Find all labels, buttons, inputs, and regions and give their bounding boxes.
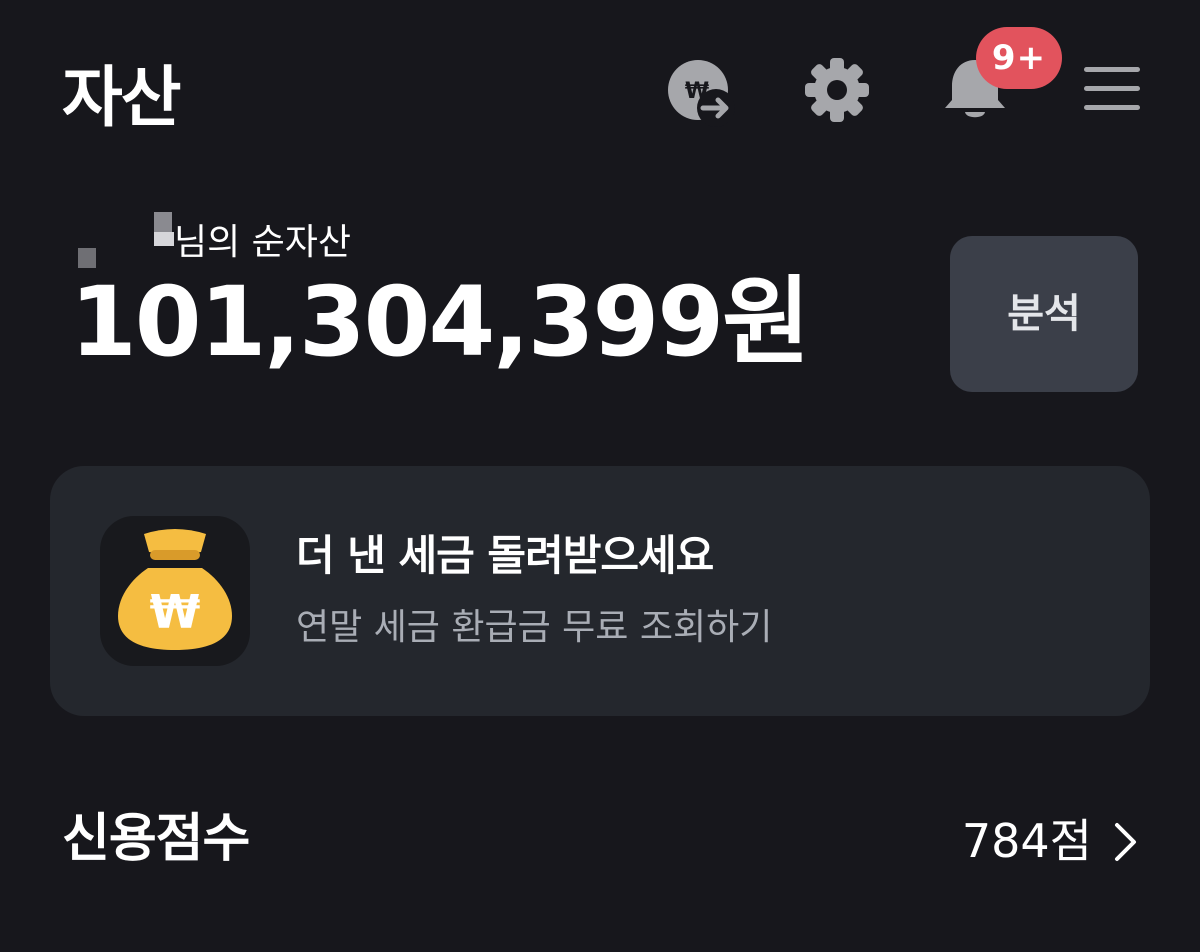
svg-text:₩: ₩ — [150, 585, 201, 639]
gear-icon[interactable] — [803, 56, 871, 124]
money-bag-icon: ₩ — [118, 529, 232, 650]
tax-refund-card[interactable]: ₩ 더 낸 세금 돌려받으세요 연말 세금 환급금 무료 조회하기 — [50, 466, 1150, 716]
won-transfer-icon[interactable]: ₩ — [666, 58, 738, 130]
masked-name — [154, 212, 172, 232]
credit-score-title: 신용점수 — [62, 809, 250, 869]
menu-icon[interactable] — [1082, 64, 1142, 114]
masked-name — [154, 232, 174, 246]
net-worth-amount: 101,304,399원 — [70, 266, 810, 378]
net-worth-label: 님의 순자산 — [174, 222, 352, 263]
chevron-right-icon — [1115, 823, 1136, 861]
promo-subtitle: 연말 세금 환급금 무료 조회하기 — [296, 607, 773, 648]
analyze-button[interactable]: 분석 — [950, 236, 1138, 392]
page-title: 자산 — [62, 59, 181, 136]
promo-title: 더 낸 세금 돌려받으세요 — [296, 531, 714, 580]
top-header: 자산 ₩ 9+ — [0, 0, 1200, 190]
credit-score-value: 784점 — [961, 814, 1092, 868]
money-bag-icon-box: ₩ — [100, 516, 250, 666]
credit-score-row[interactable]: 신용점수 784점 — [0, 790, 1200, 890]
notification-badge[interactable]: 9+ — [976, 27, 1062, 89]
